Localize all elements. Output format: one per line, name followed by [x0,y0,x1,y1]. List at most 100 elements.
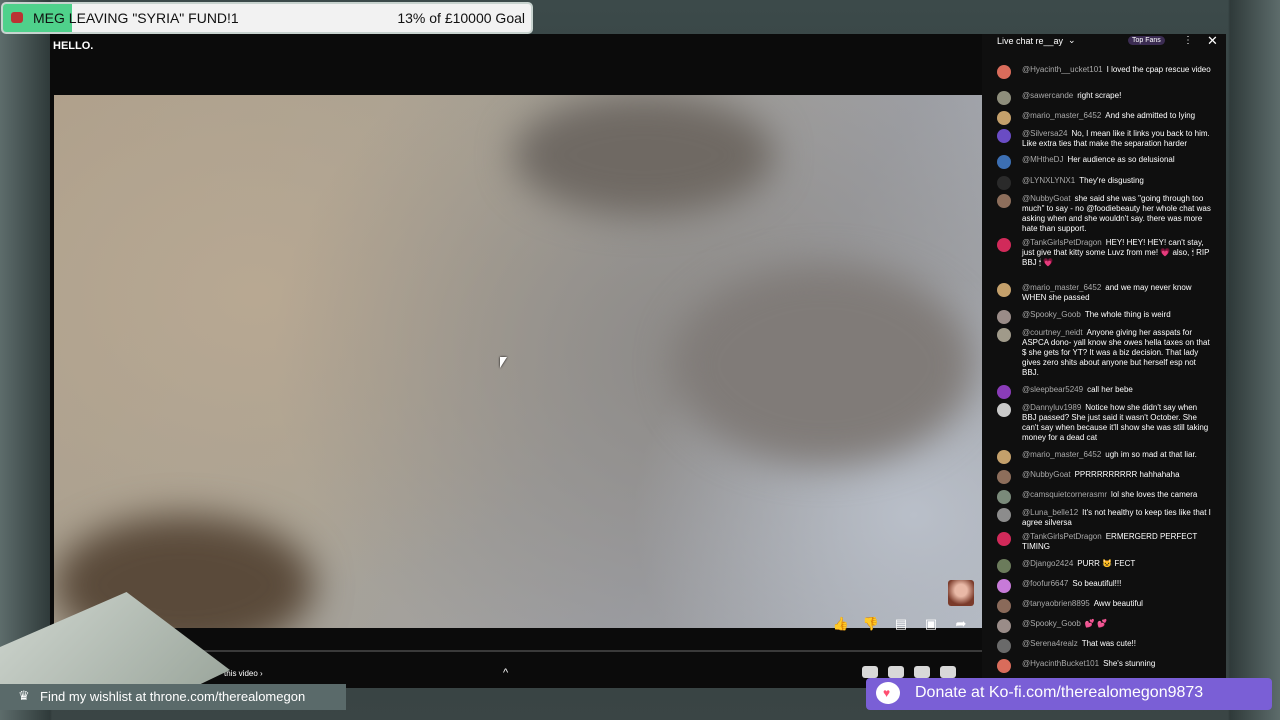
avatar[interactable] [997,599,1011,613]
video-blur-mid [674,265,974,465]
chat-title[interactable]: Live chat re__ay [997,36,1063,46]
avatar[interactable] [997,310,1011,324]
video-title: HELLO. [53,40,94,52]
captions-icon[interactable] [888,666,904,678]
chat-username[interactable]: @Hyacinth__ucket101 [1022,65,1103,74]
chat-username[interactable]: @TankGirlsPetDragon [1022,532,1102,541]
avatar[interactable] [997,403,1011,417]
more-options-icon[interactable]: ⋮ [1183,35,1193,46]
mouse-cursor-icon [500,357,507,368]
expand-chevron-icon[interactable]: ^ [503,667,508,679]
top-fans-badge[interactable]: Top Fans [1128,36,1165,45]
avatar[interactable] [997,385,1011,399]
chat-text: I loved the cpap rescue video [1106,65,1211,74]
avatar[interactable] [997,91,1011,105]
chat-toggle-icon[interactable]: ▣ [922,615,940,633]
chat-username[interactable]: @foofur6647 [1022,579,1068,588]
avatar[interactable] [997,238,1011,252]
chat-username[interactable]: @mario_master_6452 [1022,283,1101,292]
avatar[interactable] [997,129,1011,143]
chat-message-body: @foofur6647 So beautiful!!! [1022,579,1212,589]
chat-message-body: @Spooky_Goob 💕 💕 [1022,619,1212,629]
chat-text: lol she loves the camera [1111,490,1198,499]
chat-message-body: @mario_master_6452 ugh im so mad at that … [1022,450,1212,460]
chat-message-body: @Hyacinth__ucket101 I loved the cpap resc… [1022,65,1212,75]
chat-message-body: @Silversa24 No, I mean like it links you … [1022,129,1212,149]
chat-text: Aww beautiful [1093,599,1143,608]
throne-icon: ♛ [18,688,30,703]
avatar[interactable] [997,559,1011,573]
chat-username[interactable]: @NubbyGoat [1022,470,1071,479]
chat-message-body: @NubbyGoat PPRRRRRRRRR hahhahaha [1022,470,1212,480]
chat-text: 💕 💕 [1084,619,1107,628]
chat-text: call her bebe [1087,385,1133,394]
avatar[interactable] [997,155,1011,169]
autoplay-toggle[interactable] [862,666,878,678]
like-icon[interactable]: 👍 [832,615,850,633]
chat-message-body: @sawercande right scrape! [1022,91,1212,101]
chat-text: She's stunning [1103,659,1156,668]
avatar[interactable] [997,470,1011,484]
chat-username[interactable]: @NubbyGoat [1022,194,1071,203]
avatar[interactable] [997,639,1011,653]
chat-username[interactable]: @MHtheDJ [1022,155,1063,164]
avatar[interactable] [997,508,1011,522]
streamer-avatar [948,580,974,606]
avatar[interactable] [997,532,1011,546]
share-icon[interactable]: ➦ [952,615,970,633]
avatar[interactable] [997,450,1011,464]
avatar[interactable] [997,176,1011,190]
avatar[interactable] [997,111,1011,125]
close-icon[interactable]: ✕ [1207,34,1218,49]
chat-text: right scrape! [1077,91,1122,100]
chat-message-body: @Django2424 PURR 😺 FECT [1022,559,1212,569]
chat-username[interactable]: @Spooky_Goob [1022,619,1081,628]
chat-text: The whole thing is weird [1084,310,1171,319]
chat-username[interactable]: @mario_master_6452 [1022,111,1101,120]
comments-icon[interactable]: ▤ [892,615,910,633]
avatar[interactable] [997,619,1011,633]
chat-username[interactable]: @camsquietcornerasmr [1022,490,1107,499]
avatar[interactable] [997,194,1011,208]
avatar[interactable] [997,283,1011,297]
chat-username[interactable]: @Django2424 [1022,559,1073,568]
kofi-heart-icon: ♥ [883,686,891,700]
chat-text: ugh im so mad at that liar. [1105,450,1197,459]
chat-username[interactable]: @sleepbear5249 [1022,385,1083,394]
chat-message-body: @mario_master_6452 and we may never know … [1022,283,1212,303]
goal-progress-text: 13% of £10000 Goal [397,10,525,26]
chat-message-body: @Spooky_Goob The whole thing is weird [1022,310,1212,320]
chat-text: PPRRRRRRRRR hahhahaha [1074,470,1180,479]
chat-username[interactable]: @Dannyluv1989 [1022,403,1081,412]
chat-username[interactable]: @tanyaobrien8895 [1022,599,1090,608]
goal-title: MEG LEAVING "SYRIA" FUND!1 [33,10,239,26]
fullscreen-icon[interactable] [940,666,956,678]
dislike-icon[interactable]: 👎 [862,615,880,633]
chevron-down-icon[interactable]: ⌄ [1068,35,1076,46]
chat-username[interactable]: @Spooky_Goob [1022,310,1081,319]
chat-username[interactable]: @sawercande [1022,91,1073,100]
avatar[interactable] [997,65,1011,79]
this-video-link[interactable]: this video › [224,669,263,678]
chat-username[interactable]: @Luna_belle12 [1022,508,1078,517]
chat-username[interactable]: @mario_master_6452 [1022,450,1101,459]
avatar[interactable] [997,579,1011,593]
video-frame[interactable] [54,95,982,628]
chat-message-body: @sleepbear5249 call her bebe [1022,385,1212,395]
avatar[interactable] [997,659,1011,673]
chat-username[interactable]: @Silversa24 [1022,129,1067,138]
goal-bar: MEG LEAVING "SYRIA" FUND!1 13% of £10000… [3,4,531,32]
chat-username[interactable]: @LYNXLYNX1 [1022,176,1075,185]
avatar[interactable] [997,328,1011,342]
chat-username[interactable]: @courtney_neidt [1022,328,1083,337]
live-chat-panel: Live chat re__ay ⌄ Top Fans ⋮ ✕ @Hyacint… [982,34,1226,688]
avatar[interactable] [997,490,1011,504]
chat-username[interactable]: @HyacinthBucket101 [1022,659,1099,668]
chat-message-body: @Luna_belle12 It's not healthy to keep ti… [1022,508,1212,528]
chat-message-body: @mario_master_6452 And she admitted to ly… [1022,111,1212,121]
settings-icon[interactable] [914,666,930,678]
heart-icon [11,12,23,23]
chat-username[interactable]: @TankGirlsPetDragon [1022,238,1102,247]
chat-username[interactable]: @Serena4realz [1022,639,1078,648]
chat-message-body: @NubbyGoat she said she was "going throug… [1022,194,1212,234]
